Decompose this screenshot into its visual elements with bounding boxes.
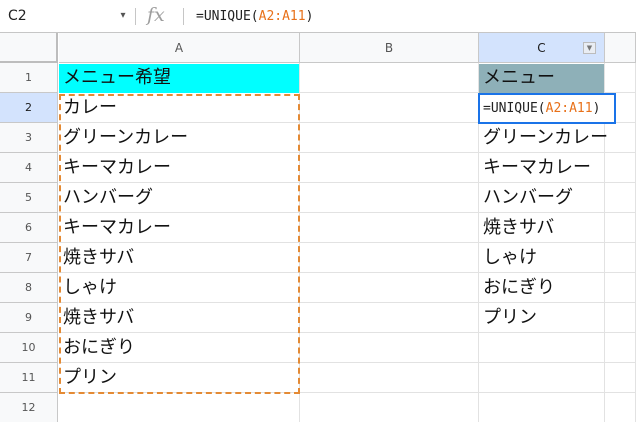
row-header[interactable]: 3 bbox=[0, 123, 58, 153]
fx-icon: fx bbox=[147, 4, 165, 26]
row-header[interactable]: 8 bbox=[0, 273, 58, 303]
grid-cell[interactable] bbox=[59, 393, 300, 422]
grid-cell[interactable] bbox=[605, 123, 636, 153]
row-header[interactable]: 9 bbox=[0, 303, 58, 333]
row-header[interactable]: 5 bbox=[0, 183, 58, 213]
grid-cell[interactable] bbox=[300, 363, 479, 393]
column-header-label: B bbox=[384, 41, 394, 55]
grid-cell[interactable] bbox=[605, 63, 636, 93]
cell-a-value: おにぎり bbox=[63, 337, 135, 358]
grid-cell[interactable] bbox=[300, 123, 479, 153]
grid-cell[interactable] bbox=[605, 363, 636, 393]
grid-cell[interactable] bbox=[300, 333, 479, 363]
grid-cell[interactable] bbox=[605, 393, 636, 422]
row-header[interactable]: 2 bbox=[0, 93, 58, 123]
grid-cell[interactable] bbox=[605, 153, 636, 183]
cell-c-value: ハンバーグ bbox=[483, 187, 573, 208]
cell-a1-header: メニュー希望 bbox=[63, 67, 171, 88]
column-header-label: A bbox=[174, 41, 184, 55]
grid-cell[interactable] bbox=[479, 393, 605, 422]
cell-a-value: キーマカレー bbox=[63, 217, 171, 238]
row-header[interactable]: 4 bbox=[0, 153, 58, 183]
grid-cell[interactable] bbox=[300, 153, 479, 183]
formula-bar: C2 ▾ fx =UNIQUE(A2:A11) bbox=[0, 0, 636, 33]
cell-c-value: 焼きサバ bbox=[483, 217, 555, 238]
select-all-corner[interactable] bbox=[0, 33, 58, 63]
formula-prefix: =UNIQUE( bbox=[196, 9, 259, 24]
grid-cell[interactable] bbox=[300, 93, 479, 123]
cell-c-value: プリン bbox=[483, 307, 537, 328]
cell-c-value: しゃけ bbox=[483, 247, 537, 268]
grid-cell[interactable] bbox=[300, 213, 479, 243]
cell-a-value: 焼きサバ bbox=[63, 307, 135, 328]
grid-cell[interactable] bbox=[300, 273, 479, 303]
column-menu-icon[interactable]: ▼ bbox=[583, 42, 596, 54]
toolbar-divider bbox=[183, 8, 184, 25]
name-box-dropdown-icon[interactable]: ▾ bbox=[117, 9, 129, 23]
row-header[interactable]: 6 bbox=[0, 213, 58, 243]
formula-suffix: ) bbox=[305, 9, 314, 24]
name-box-value: C2 bbox=[8, 8, 27, 24]
row-header[interactable]: 11 bbox=[0, 363, 58, 393]
editor-prefix: =UNIQUE( bbox=[483, 101, 546, 116]
grid-cell[interactable] bbox=[605, 243, 636, 273]
grid-cell[interactable] bbox=[300, 183, 479, 213]
cell-a-value: プリン bbox=[63, 367, 117, 388]
cell-c-value: キーマカレー bbox=[483, 157, 591, 178]
grid-cell[interactable] bbox=[300, 303, 479, 333]
grid-cell[interactable] bbox=[605, 333, 636, 363]
name-box[interactable]: C2 bbox=[0, 0, 118, 32]
cell-a-value: 焼きサバ bbox=[63, 247, 135, 268]
column-header-c[interactable]: C ▼ bbox=[479, 33, 605, 63]
formula-input[interactable]: =UNIQUE(A2:A11) bbox=[196, 0, 313, 33]
grid-cell[interactable] bbox=[479, 333, 605, 363]
cell-a-value: キーマカレー bbox=[63, 157, 171, 178]
grid-cell[interactable] bbox=[605, 183, 636, 213]
cell-a-value: ハンバーグ bbox=[63, 187, 153, 208]
cell-c2-editor[interactable]: =UNIQUE(A2:A11) bbox=[478, 93, 616, 124]
column-header-d[interactable] bbox=[605, 33, 636, 63]
grid-cell[interactable] bbox=[300, 243, 479, 273]
editor-suffix: ) bbox=[592, 101, 601, 116]
column-header-label: C bbox=[537, 41, 546, 55]
toolbar-divider bbox=[135, 8, 136, 25]
cell-c1-header: メニュー bbox=[483, 67, 555, 88]
cell-a-value: しゃけ bbox=[63, 277, 117, 298]
cell-c-value: おにぎり bbox=[483, 277, 555, 298]
row-header[interactable]: 10 bbox=[0, 333, 58, 363]
grid-cell[interactable] bbox=[479, 363, 605, 393]
grid-cell[interactable] bbox=[605, 303, 636, 333]
row-header[interactable]: 1 bbox=[0, 63, 58, 93]
grid-cell[interactable] bbox=[605, 273, 636, 303]
row-header[interactable]: 12 bbox=[0, 393, 58, 422]
cell-a-value: カレー bbox=[63, 97, 117, 118]
cell-c-value: グリーンカレー bbox=[483, 127, 609, 148]
cell-a-value: グリーンカレー bbox=[63, 127, 189, 148]
column-header-b[interactable]: B bbox=[300, 33, 479, 63]
grid-cell[interactable] bbox=[605, 213, 636, 243]
formula-range: A2:A11 bbox=[258, 9, 306, 24]
row-header[interactable]: 7 bbox=[0, 243, 58, 273]
editor-range: A2:A11 bbox=[545, 101, 593, 116]
grid-cell[interactable] bbox=[300, 393, 479, 422]
grid-cell[interactable] bbox=[300, 63, 479, 93]
column-header-a[interactable]: A bbox=[59, 33, 300, 63]
